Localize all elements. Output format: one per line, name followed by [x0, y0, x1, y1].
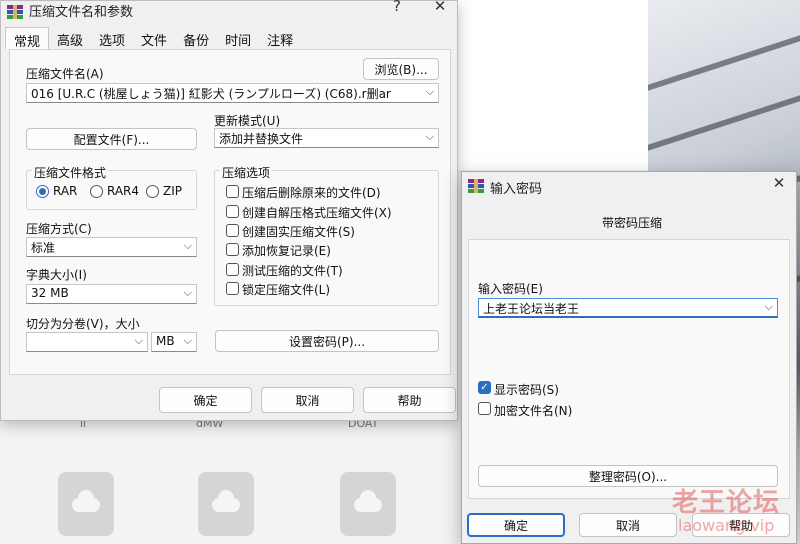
tab-options[interactable]: 选项	[91, 27, 133, 49]
chevron-down-icon[interactable]: ⌵	[184, 239, 192, 253]
lock-archive-checkbox[interactable]	[226, 282, 239, 295]
solid-label: 创建固实压缩文件(S)	[242, 225, 355, 239]
dict-size-value: 32 MB	[31, 286, 69, 300]
recovery-record-checkbox[interactable]	[226, 243, 239, 256]
format-zip-radio[interactable]	[146, 185, 159, 198]
update-mode-label: 更新模式(U)	[214, 114, 281, 128]
split-unit-select[interactable]: MB ⌵	[151, 332, 197, 352]
ok-button[interactable]: 确定	[159, 387, 252, 413]
chevron-down-icon[interactable]: ⌵	[765, 300, 773, 314]
tab-files[interactable]: 文件	[133, 27, 175, 49]
delete-after-label: 压缩后删除原来的文件(D)	[242, 186, 381, 200]
watermark-text: 老王论坛	[672, 488, 781, 518]
winrar-app-icon	[7, 5, 23, 19]
format-rar4-radio[interactable]	[90, 185, 103, 198]
background-window-area	[445, 0, 650, 170]
show-password-label: 显示密码(S)	[494, 383, 559, 397]
tab-time[interactable]: 时间	[217, 27, 259, 49]
solid-checkbox[interactable]	[226, 224, 239, 237]
password-ok-button[interactable]: 确定	[467, 513, 565, 537]
method-select[interactable]: 标准 ⌵	[26, 237, 197, 257]
cloud-file-icon[interactable]	[198, 472, 254, 536]
format-rar-label: RAR	[53, 184, 78, 198]
password-value: 上老王论坛当老王	[483, 302, 580, 316]
tab-bar: 常规 高级 选项 文件 备份 时间 注释	[5, 27, 301, 50]
recovery-record-label: 添加恢复记录(E)	[242, 244, 331, 258]
dict-size-label: 字典大小(I)	[26, 268, 87, 282]
profiles-button[interactable]: 配置文件(F)...	[26, 128, 197, 150]
format-rar4-label: RAR4	[107, 184, 140, 198]
tab-comment[interactable]: 注释	[259, 27, 301, 49]
delete-after-checkbox[interactable]	[226, 185, 239, 198]
archive-name-value: 016 [U.R.C (桃屋しょう猫)] 紅影犬 (ランプルローズ) (C68)…	[31, 87, 391, 101]
update-mode-value: 添加并替换文件	[219, 132, 304, 146]
close-button[interactable]: ✕	[764, 174, 794, 192]
chevron-down-icon[interactable]: ⌵	[135, 334, 143, 348]
format-zip-label: ZIP	[163, 184, 182, 198]
help-titlebar-button[interactable]: ?	[382, 0, 412, 15]
tab-general[interactable]: 常规	[5, 27, 50, 50]
tab-backup[interactable]: 备份	[175, 27, 217, 49]
chevron-down-icon[interactable]: ⌵	[426, 85, 434, 99]
archive-parameters-window: 压缩文件名和参数 ? ✕ 常规 高级 选项 文件 备份 时间 注释 压缩文件名(…	[0, 0, 458, 421]
window-title: 压缩文件名和参数	[29, 5, 134, 20]
archive-name-combobox[interactable]: 016 [U.R.C (桃屋しょう猫)] 紅影犬 (ランプルローズ) (C68)…	[26, 83, 439, 103]
show-password-checkbox[interactable]: ✓	[478, 381, 491, 394]
browse-button[interactable]: 浏览(B)...	[363, 58, 439, 80]
password-panel	[468, 239, 790, 499]
split-volume-size-combobox[interactable]: ⌵	[26, 332, 148, 352]
password-cancel-button[interactable]: 取消	[579, 513, 677, 537]
encrypt-filenames-label: 加密文件名(N)	[494, 404, 573, 418]
chevron-down-icon[interactable]: ⌵	[184, 286, 192, 300]
format-group-label: 压缩文件格式	[32, 164, 109, 181]
password-dialog-title-bar: 输入密码 ✕	[462, 172, 796, 200]
method-value: 标准	[31, 241, 56, 255]
options-group-label: 压缩选项	[220, 164, 273, 181]
format-rar-radio[interactable]	[36, 185, 49, 198]
password-label: 输入密码(E)	[478, 282, 543, 296]
close-button[interactable]: ✕	[425, 0, 455, 15]
help-button[interactable]: 帮助	[363, 387, 456, 413]
password-dialog-heading: 带密码压缩	[602, 216, 663, 230]
winrar-app-icon	[468, 179, 484, 193]
test-files-label: 测试压缩的文件(T)	[242, 264, 343, 278]
split-volume-label: 切分为分卷(V)，大小	[26, 317, 140, 331]
tab-advanced[interactable]: 高级	[49, 27, 91, 49]
set-password-button[interactable]: 设置密码(P)...	[215, 330, 439, 352]
update-mode-select[interactable]: 添加并替换文件 ⌵	[214, 128, 439, 148]
title-bar: 压缩文件名和参数 ? ✕	[1, 0, 457, 27]
archive-name-label: 压缩文件名(A)	[26, 67, 104, 81]
chevron-down-icon[interactable]: ⌵	[184, 334, 192, 348]
cancel-button[interactable]: 取消	[261, 387, 354, 413]
lock-archive-label: 锁定压缩文件(L)	[242, 283, 331, 297]
cloud-file-icon[interactable]	[58, 472, 114, 536]
watermark-url: laowang.vip	[678, 516, 775, 535]
sfx-checkbox[interactable]	[226, 205, 239, 218]
dict-size-select[interactable]: 32 MB ⌵	[26, 284, 197, 304]
chevron-down-icon[interactable]: ⌵	[426, 130, 434, 144]
cloud-file-icon[interactable]	[340, 472, 396, 536]
encrypt-filenames-checkbox[interactable]	[478, 402, 491, 415]
general-tab-panel: 压缩文件名(A) 浏览(B)... 016 [U.R.C (桃屋しょう猫)] 紅…	[9, 49, 451, 375]
sfx-label: 创建自解压格式压缩文件(X)	[242, 206, 392, 220]
split-unit-value: MB	[156, 334, 175, 348]
password-input[interactable]: 上老王论坛当老王 ⌵	[478, 298, 778, 318]
method-label: 压缩方式(C)	[26, 222, 92, 236]
password-dialog-title: 输入密码	[490, 182, 543, 197]
test-files-checkbox[interactable]	[226, 263, 239, 276]
